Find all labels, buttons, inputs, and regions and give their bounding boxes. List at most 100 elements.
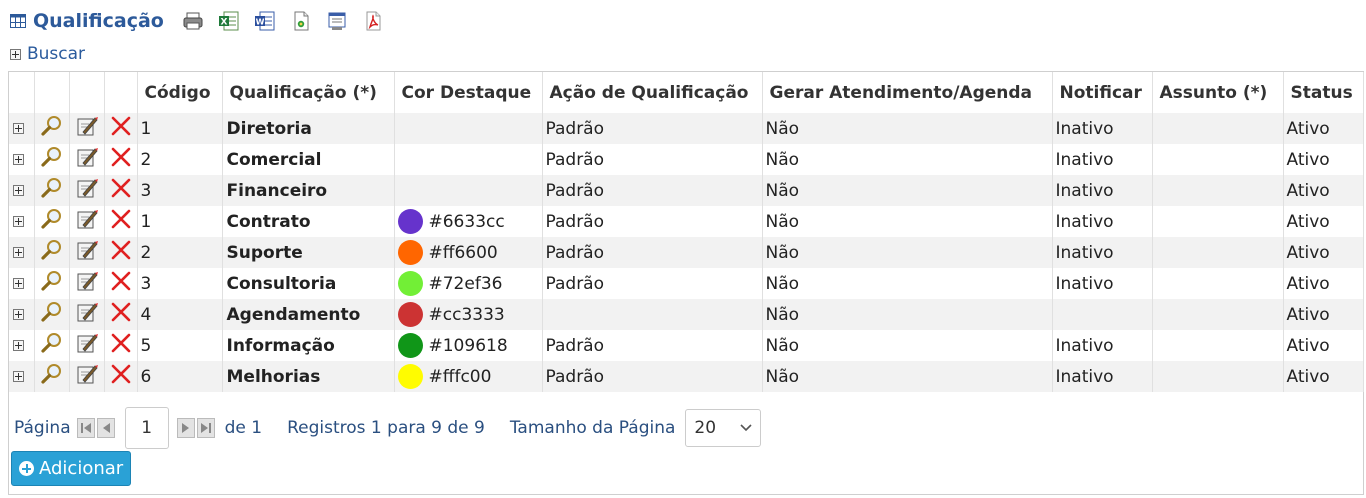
view-cell[interactable] bbox=[34, 113, 70, 144]
magnifier-icon[interactable] bbox=[40, 114, 64, 138]
column-header-gerar[interactable]: Gerar Atendimento/Agenda bbox=[762, 72, 1053, 113]
delete-x-icon[interactable] bbox=[110, 301, 132, 323]
column-header-cor-destaque[interactable]: Cor Destaque bbox=[394, 72, 543, 113]
column-header-notificar[interactable]: Notificar bbox=[1052, 72, 1153, 113]
expand-row-icon[interactable] bbox=[12, 308, 24, 320]
delete-cell[interactable] bbox=[104, 206, 138, 237]
print-icon[interactable] bbox=[182, 10, 204, 32]
expand-cell[interactable] bbox=[9, 206, 35, 237]
edit-pencil-icon[interactable] bbox=[75, 362, 99, 386]
delete-cell[interactable] bbox=[104, 175, 138, 206]
edit-cell[interactable] bbox=[69, 206, 105, 237]
column-header-assunto[interactable]: Assunto (*) bbox=[1152, 72, 1284, 113]
edit-pencil-icon[interactable] bbox=[75, 238, 99, 262]
view-cell[interactable] bbox=[34, 175, 70, 206]
expand-row-icon[interactable] bbox=[12, 153, 24, 165]
view-cell[interactable] bbox=[34, 206, 70, 237]
page-number-input[interactable] bbox=[124, 407, 169, 449]
edit-cell[interactable] bbox=[69, 299, 105, 330]
edit-pencil-icon[interactable] bbox=[75, 300, 99, 324]
table-row[interactable]: 6 Melhorias #fffc00 Padrão Não Inativo A… bbox=[9, 361, 1364, 392]
expand-row-icon[interactable] bbox=[12, 184, 24, 196]
delete-cell[interactable] bbox=[104, 268, 138, 299]
column-header-status[interactable]: Status bbox=[1283, 72, 1364, 113]
delete-x-icon[interactable] bbox=[110, 208, 132, 230]
delete-cell[interactable] bbox=[104, 237, 138, 268]
expand-row-icon[interactable] bbox=[12, 122, 24, 134]
delete-cell[interactable] bbox=[104, 330, 138, 361]
table-row[interactable]: 3 Consultoria #72ef36 Padrão Não Inativo… bbox=[9, 268, 1364, 299]
magnifier-icon[interactable] bbox=[40, 145, 64, 169]
last-page-icon[interactable] bbox=[196, 418, 215, 438]
search-toggle[interactable]: Buscar bbox=[10, 44, 85, 64]
magnifier-icon[interactable] bbox=[40, 331, 64, 355]
edit-cell[interactable] bbox=[69, 268, 105, 299]
magnifier-icon[interactable] bbox=[40, 269, 64, 293]
table-row[interactable]: 5 Informação #109618 Padrão Não Inativo … bbox=[9, 330, 1364, 361]
expand-row-icon[interactable] bbox=[12, 246, 24, 258]
word-icon[interactable]: W bbox=[254, 10, 276, 32]
delete-cell[interactable] bbox=[104, 361, 138, 392]
expand-row-icon[interactable] bbox=[12, 215, 24, 227]
delete-x-icon[interactable] bbox=[110, 146, 132, 168]
next-page-icon[interactable] bbox=[176, 418, 195, 438]
edit-cell[interactable] bbox=[69, 237, 105, 268]
expand-cell[interactable] bbox=[9, 237, 35, 268]
expand-row-icon[interactable] bbox=[12, 370, 24, 382]
edit-cell[interactable] bbox=[69, 144, 105, 175]
view-cell[interactable] bbox=[34, 268, 70, 299]
magnifier-icon[interactable] bbox=[40, 207, 64, 231]
delete-x-icon[interactable] bbox=[110, 239, 132, 261]
expand-row-icon[interactable] bbox=[12, 339, 24, 351]
table-row[interactable]: 4 Agendamento #cc3333 Não Ativo bbox=[9, 299, 1364, 330]
expand-cell[interactable] bbox=[9, 144, 35, 175]
delete-cell[interactable] bbox=[104, 299, 138, 330]
magnifier-icon[interactable] bbox=[40, 300, 64, 324]
column-header-acao[interactable]: Ação de Qualificação bbox=[542, 72, 763, 113]
edit-pencil-icon[interactable] bbox=[75, 207, 99, 231]
prev-page-icon[interactable] bbox=[96, 418, 115, 438]
table-row[interactable]: 2 Comercial Padrão Não Inativo Ativo bbox=[9, 144, 1364, 175]
edit-pencil-icon[interactable] bbox=[75, 331, 99, 355]
magnifier-icon[interactable] bbox=[40, 238, 64, 262]
open-doc-icon[interactable] bbox=[290, 10, 312, 32]
magnifier-icon[interactable] bbox=[40, 176, 64, 200]
edit-cell[interactable] bbox=[69, 113, 105, 144]
add-button[interactable]: Adicionar bbox=[11, 451, 132, 486]
column-header-qualificacao[interactable]: Qualificação (*) bbox=[222, 72, 395, 113]
pdf-icon[interactable] bbox=[362, 10, 384, 32]
edit-cell[interactable] bbox=[69, 330, 105, 361]
edit-pencil-icon[interactable] bbox=[75, 176, 99, 200]
expand-cell[interactable] bbox=[9, 361, 35, 392]
edit-pencil-icon[interactable] bbox=[75, 145, 99, 169]
first-page-icon[interactable] bbox=[76, 418, 95, 438]
expand-cell[interactable] bbox=[9, 175, 35, 206]
view-cell[interactable] bbox=[34, 144, 70, 175]
excel-icon[interactable]: X bbox=[218, 10, 240, 32]
delete-x-icon[interactable] bbox=[110, 270, 132, 292]
table-row[interactable]: 3 Financeiro Padrão Não Inativo Ativo bbox=[9, 175, 1364, 206]
expand-row-icon[interactable] bbox=[12, 277, 24, 289]
table-row[interactable]: 2 Suporte #ff6600 Padrão Não Inativo Ati… bbox=[9, 237, 1364, 268]
expand-cell[interactable] bbox=[9, 268, 35, 299]
delete-x-icon[interactable] bbox=[110, 332, 132, 354]
delete-x-icon[interactable] bbox=[110, 115, 132, 137]
delete-cell[interactable] bbox=[104, 113, 138, 144]
column-header-codigo[interactable]: Código bbox=[137, 72, 223, 113]
edit-pencil-icon[interactable] bbox=[75, 114, 99, 138]
expand-cell[interactable] bbox=[9, 299, 35, 330]
edit-cell[interactable] bbox=[69, 361, 105, 392]
table-row[interactable]: 1 Contrato #6633cc Padrão Não Inativo At… bbox=[9, 206, 1364, 237]
magnifier-icon[interactable] bbox=[40, 362, 64, 386]
view-cell[interactable] bbox=[34, 361, 70, 392]
html-icon[interactable] bbox=[326, 10, 348, 32]
edit-pencil-icon[interactable] bbox=[75, 269, 99, 293]
delete-cell[interactable] bbox=[104, 144, 138, 175]
delete-x-icon[interactable] bbox=[110, 363, 132, 385]
view-cell[interactable] bbox=[34, 330, 70, 361]
view-cell[interactable] bbox=[34, 237, 70, 268]
expand-cell[interactable] bbox=[9, 330, 35, 361]
edit-cell[interactable] bbox=[69, 175, 105, 206]
delete-x-icon[interactable] bbox=[110, 177, 132, 199]
page-size-select[interactable]: 20 bbox=[685, 409, 762, 447]
